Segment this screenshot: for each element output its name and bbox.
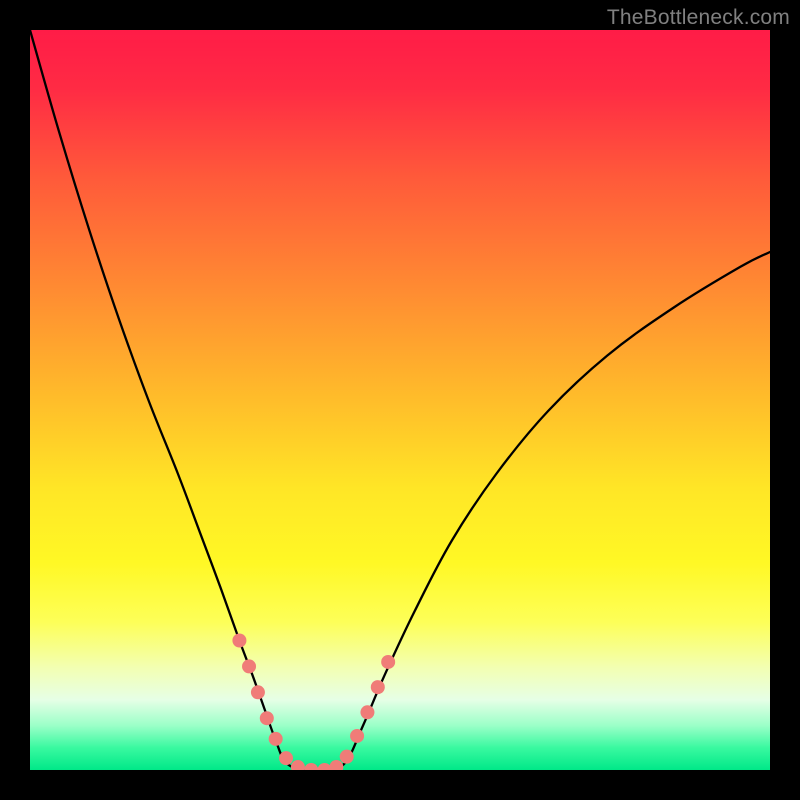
highlight-dot: [232, 634, 246, 648]
chart-frame: TheBottleneck.com: [0, 0, 800, 800]
highlight-dot: [371, 680, 385, 694]
gradient-background: [30, 30, 770, 770]
watermark-text: TheBottleneck.com: [607, 6, 790, 30]
highlight-dot: [242, 659, 256, 673]
chart-svg: [30, 30, 770, 770]
plot-area: [30, 30, 770, 770]
highlight-dot: [381, 655, 395, 669]
highlight-dot: [340, 750, 354, 764]
highlight-dot: [350, 729, 364, 743]
highlight-dot: [360, 705, 374, 719]
highlight-dot: [251, 685, 265, 699]
highlight-dot: [269, 732, 283, 746]
highlight-dot: [279, 751, 293, 765]
highlight-dot: [260, 711, 274, 725]
